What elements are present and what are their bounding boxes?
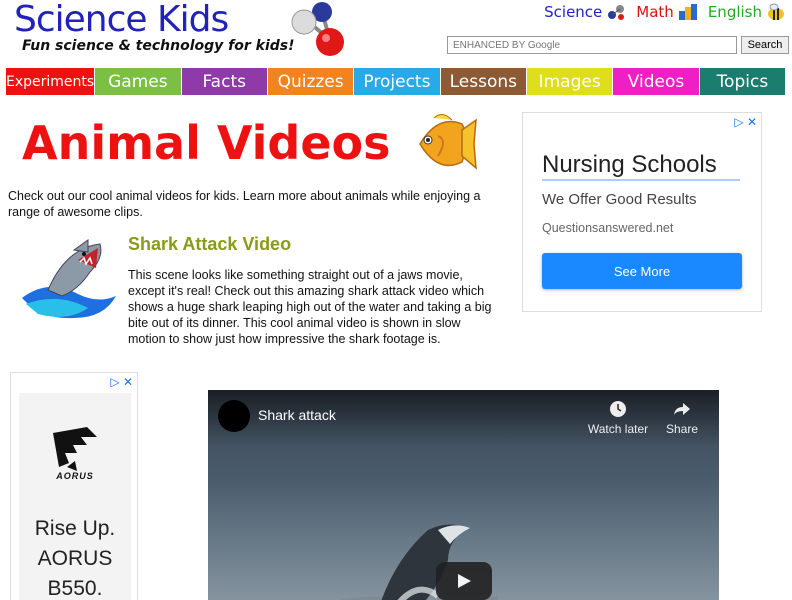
clock-icon <box>610 401 626 417</box>
adchoices-icon[interactable]: ▷ ✕ <box>734 115 757 129</box>
play-button[interactable] <box>436 562 492 600</box>
ad-line-1: Rise Up. <box>34 517 116 540</box>
channel-avatar[interactable] <box>218 400 250 432</box>
subject-math[interactable]: Math <box>636 3 698 21</box>
watch-later-button[interactable]: Watch later <box>586 400 650 436</box>
site-logo[interactable]: Science Kids <box>14 0 229 40</box>
logo-title: Science Kids <box>14 0 229 40</box>
share-icon <box>674 403 690 415</box>
share-label: Share <box>665 422 699 436</box>
page-title: Animal Videos <box>22 116 391 170</box>
subject-science[interactable]: Science <box>544 3 626 21</box>
search-bar: Search <box>447 36 789 54</box>
share-button[interactable]: Share <box>650 400 714 436</box>
article-body: This scene looks like something straight… <box>128 268 492 346</box>
fish-icon <box>419 114 477 170</box>
nav-games[interactable]: Games <box>95 68 182 95</box>
adchoices-icon[interactable]: ▷ ✕ <box>110 375 133 389</box>
ad-line-2: AORUS <box>37 547 113 570</box>
ad-domain: Questionsanswered.net <box>542 221 674 235</box>
ad-brand: AORUS <box>56 471 94 481</box>
nav-facts[interactable]: Facts <box>181 68 268 95</box>
subject-science-label: Science <box>544 3 603 21</box>
subject-english[interactable]: English <box>708 3 786 21</box>
nav-experiments[interactable]: Experiments <box>6 68 96 95</box>
ad-line-3: B550. <box>47 577 103 600</box>
nav-lessons[interactable]: Lessons <box>440 68 527 95</box>
article-title-link[interactable]: Shark Attack Video <box>128 234 291 255</box>
math-blocks-icon <box>678 4 697 20</box>
ad-headline-underline <box>542 179 740 181</box>
ad-see-more-button[interactable]: See More <box>542 253 742 289</box>
shark-image[interactable] <box>18 238 118 324</box>
watch-later-label: Watch later <box>587 422 649 436</box>
nav-topics[interactable]: Topics <box>699 68 787 95</box>
ad-left-panel: AORUS Rise Up. AORUS B550. <box>19 393 131 600</box>
ad-subline: We Offer Good Results <box>542 191 697 208</box>
nav-projects[interactable]: Projects <box>354 68 441 95</box>
search-input[interactable] <box>447 36 737 54</box>
subject-english-label: English <box>707 3 762 21</box>
video-title[interactable]: Shark attack <box>258 407 336 423</box>
ad-left[interactable]: ▷ ✕ AORUS Rise Up. AORUS B550. <box>10 372 138 600</box>
search-button[interactable]: Search <box>741 36 789 54</box>
logo-tagline: Fun science & technology for kids! <box>22 38 295 54</box>
main-nav: Experiments Games Facts Quizzes Projects… <box>6 68 787 95</box>
video-player[interactable]: Shark attack Watch later Share <box>208 390 719 600</box>
ad-headline: Nursing Schools <box>542 151 717 178</box>
ad-right[interactable]: ▷ ✕ Nursing Schools We Offer Good Result… <box>522 112 762 312</box>
bee-icon <box>768 3 784 20</box>
subject-links: Science Math English <box>544 3 786 21</box>
subject-math-label: Math <box>636 3 674 21</box>
molecule-icon <box>291 2 344 56</box>
intro-text: Check out our cool animal videos for kid… <box>8 189 481 219</box>
nav-quizzes[interactable]: Quizzes <box>267 68 355 95</box>
nav-videos[interactable]: Videos <box>613 68 700 95</box>
atom-icon <box>608 5 625 20</box>
nav-images[interactable]: Images <box>526 68 614 95</box>
